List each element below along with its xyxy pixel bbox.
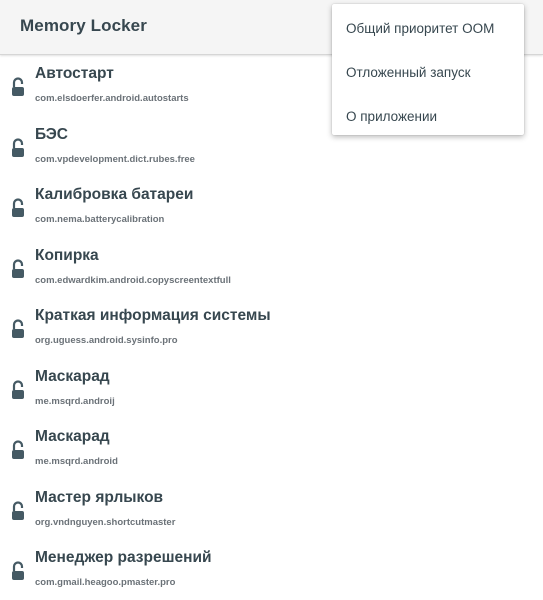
app-package: com.nema.batterycalibration bbox=[35, 214, 165, 225]
lock-open-icon[interactable] bbox=[11, 500, 25, 521]
lock-open-icon[interactable] bbox=[11, 319, 25, 339]
toolbar-title: Memory Locker bbox=[20, 16, 147, 35]
app-row-shortcut-master[interactable]: Мастер ярлыков org.vndnguyen.shortcutmas… bbox=[0, 480, 543, 541]
app-row-battery-calibration[interactable]: Калибровка батареи com.nema.batterycalib… bbox=[0, 177, 543, 238]
app-package: org.vndnguyen.shortcutmaster bbox=[35, 516, 176, 528]
lock-open-icon[interactable] bbox=[11, 137, 25, 158]
menu-item-oom-priority[interactable]: Общий приоритет ООМ bbox=[332, 7, 524, 51]
app-name: Калибровка батареи bbox=[35, 186, 194, 203]
lock-open-icon[interactable] bbox=[11, 258, 25, 279]
lock-open-icon[interactable] bbox=[11, 561, 25, 581]
app-name: Автостарт bbox=[35, 65, 114, 82]
app-row-maskarad-2[interactable]: Маскарад me.msqrd.android bbox=[0, 419, 543, 480]
app-package: com.elsdoerfer.android.autostarts bbox=[35, 93, 189, 104]
app-window: Memory Locker Автостарт com.elsdoerfer.a… bbox=[0, 0, 543, 600]
menu-item-about[interactable]: О приложении bbox=[332, 95, 524, 139]
lock-open-icon[interactable] bbox=[11, 77, 25, 97]
lock-open-icon[interactable] bbox=[11, 379, 25, 400]
app-package: com.gmail.heagoo.pmaster.pro bbox=[35, 577, 176, 588]
overflow-menu: Общий приоритет ООМ Отложенный запуск О … bbox=[332, 4, 524, 135]
app-name: БЭС bbox=[35, 125, 68, 143]
lock-open-icon[interactable] bbox=[11, 198, 25, 218]
app-name: Краткая информация системы bbox=[35, 307, 271, 324]
menu-item-delayed-start[interactable]: Отложенный запуск bbox=[332, 51, 524, 95]
app-name: Копирка bbox=[35, 246, 99, 264]
app-package: com.edwardkim.android.copyscreentextfull bbox=[35, 274, 231, 286]
app-package: org.uguess.android.sysinfo.pro bbox=[35, 335, 178, 346]
app-name: Маскарад bbox=[35, 367, 110, 385]
lock-open-icon[interactable] bbox=[11, 440, 25, 460]
app-package: com.vpdevelopment.dict.rubes.free bbox=[35, 153, 195, 165]
app-row-kopirka[interactable]: Копирка com.edwardkim.android.copyscreen… bbox=[0, 238, 543, 299]
app-name: Мастер ярлыков bbox=[35, 488, 164, 506]
app-name: Менеджер разрешений bbox=[35, 549, 212, 566]
app-name: Маскарад bbox=[35, 428, 110, 445]
app-row-maskarad-1[interactable]: Маскарад me.msqrd.androij bbox=[0, 359, 543, 420]
app-row-system-info[interactable]: Краткая информация системы org.uguess.an… bbox=[0, 298, 543, 359]
app-package: me.msqrd.androij bbox=[35, 395, 115, 407]
app-package: me.msqrd.android bbox=[35, 456, 118, 467]
app-row-permission-manager[interactable]: Менеджер разрешений com.gmail.heagoo.pma… bbox=[0, 540, 543, 600]
